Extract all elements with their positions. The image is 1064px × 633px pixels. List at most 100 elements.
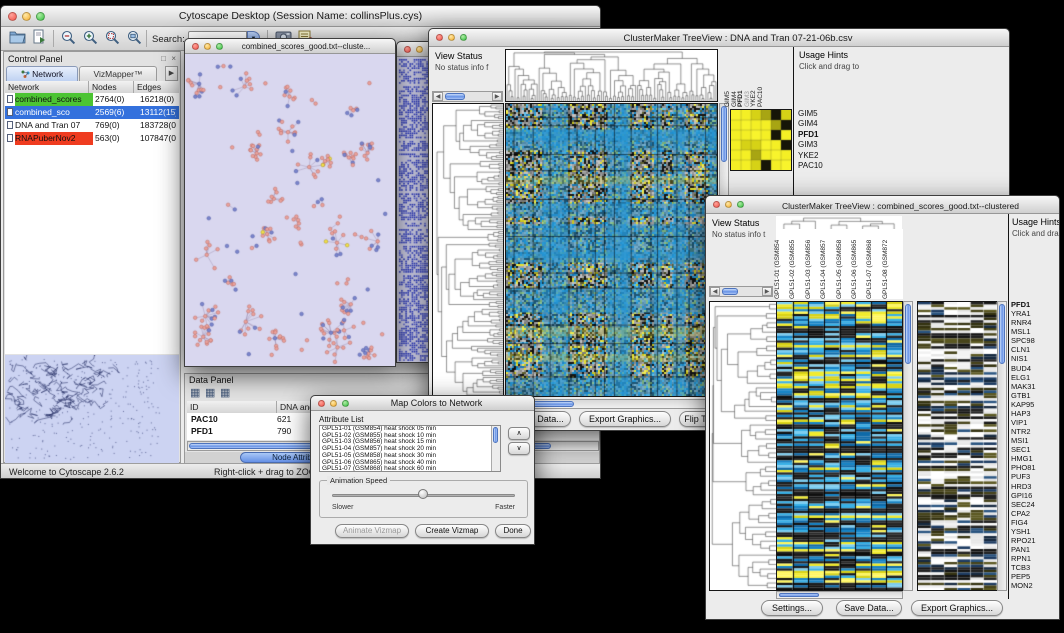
titlebar[interactable]: ClusterMaker TreeView : DNA and Tran 07-… xyxy=(429,29,1009,47)
create-vizmap-button[interactable]: Create Vizmap xyxy=(415,524,489,538)
gene-label[interactable]: HRD3 xyxy=(1011,483,1060,492)
column-label[interactable]: GPL51-01 (GSM854 xyxy=(774,240,781,299)
gene-label[interactable]: SEC1 xyxy=(1011,446,1060,455)
gene-label[interactable]: PHO81 xyxy=(1011,464,1060,473)
network-list-row[interactable]: combined_scores2764(0)16218(0) xyxy=(5,93,179,106)
zoom-fit-icon[interactable] xyxy=(124,29,144,48)
close-icon[interactable] xyxy=(436,34,443,41)
gene-label[interactable]: YRA1 xyxy=(1011,310,1060,319)
maximize-icon[interactable] xyxy=(460,34,467,41)
gene-label[interactable]: MON2 xyxy=(1011,582,1060,591)
column-header-edges[interactable]: Edges xyxy=(134,81,179,93)
scroll-left-icon[interactable]: ◀ xyxy=(710,287,720,296)
minimize-icon[interactable] xyxy=(725,201,732,208)
gene-label[interactable]: PAN1 xyxy=(1011,546,1060,555)
minimize-icon[interactable] xyxy=(416,46,423,53)
close-panel-icon[interactable]: × xyxy=(171,54,176,63)
settings-button[interactable]: Settings... xyxy=(761,600,823,616)
create-attribute-icon[interactable]: ▦ xyxy=(205,386,215,399)
move-down-button[interactable]: ∨ xyxy=(508,442,530,455)
move-up-button[interactable]: ∧ xyxy=(508,427,530,440)
heatmap[interactable] xyxy=(505,103,718,397)
heatmap-hscroll[interactable] xyxy=(505,399,718,409)
minimize-icon[interactable] xyxy=(448,34,455,41)
matrix-column-label[interactable]: GIM5 xyxy=(724,91,731,107)
zoom-out-icon[interactable] xyxy=(58,29,78,48)
gene-label[interactable]: HAP3 xyxy=(1011,410,1060,419)
attribute-function-icon[interactable]: ▦ xyxy=(220,386,230,399)
column-label[interactable]: GPL51-06 (GSM865 xyxy=(851,240,858,299)
gene-label[interactable]: GPI16 xyxy=(1011,492,1060,501)
matrix-row-label[interactable]: GIM4 xyxy=(798,119,858,129)
main-titlebar[interactable]: Cytoscape Desktop (Session Name: collins… xyxy=(1,6,600,27)
secondary-vscroll[interactable] xyxy=(997,301,1007,591)
scroll-right-icon[interactable]: ▶ xyxy=(492,92,502,101)
float-panel-icon[interactable]: □ xyxy=(161,54,166,63)
titlebar[interactable]: Map Colors to Network xyxy=(311,396,534,411)
gene-label[interactable]: TCB3 xyxy=(1011,564,1060,573)
gene-label[interactable]: PFD1 xyxy=(1011,301,1060,310)
gene-label[interactable]: PUF3 xyxy=(1011,473,1060,482)
zoom-in-icon[interactable] xyxy=(80,29,100,48)
save-data-button[interactable]: Save Data... xyxy=(836,600,902,616)
scroll-thumb[interactable] xyxy=(445,93,465,100)
column-label[interactable]: GPL51-05 (GSM858 xyxy=(836,240,843,299)
scroll-right-icon[interactable]: ▶ xyxy=(762,287,772,296)
gene-label[interactable]: RNR4 xyxy=(1011,319,1060,328)
gene-label[interactable]: NTR2 xyxy=(1011,428,1060,437)
maximize-icon[interactable] xyxy=(36,12,45,21)
network-list-row[interactable]: RNAPuberNov2563(0)107847(0) xyxy=(5,132,179,145)
column-dendrogram[interactable] xyxy=(776,216,902,229)
matrix-row-label[interactable]: YKE2 xyxy=(798,151,858,161)
close-icon[interactable] xyxy=(8,12,17,21)
column-label[interactable]: GPL51-07 (GSM868 xyxy=(866,240,873,299)
scroll-thumb[interactable] xyxy=(722,288,738,295)
minimize-icon[interactable] xyxy=(330,400,337,407)
gene-label[interactable]: FIG4 xyxy=(1011,519,1060,528)
network-view[interactable] xyxy=(185,54,395,366)
gene-label[interactable]: NIS1 xyxy=(1011,355,1060,364)
gene-label[interactable]: RPO21 xyxy=(1011,537,1060,546)
network-overview[interactable] xyxy=(5,355,179,463)
gene-label[interactable]: MSL1 xyxy=(1011,328,1060,337)
gene-label[interactable]: CPA2 xyxy=(1011,510,1060,519)
gene-label[interactable]: RPN1 xyxy=(1011,555,1060,564)
matrix-row-label[interactable]: PFD1 xyxy=(798,130,858,140)
close-icon[interactable] xyxy=(713,201,720,208)
column-label[interactable]: GPL51-04 (GSM857 xyxy=(820,240,827,299)
row-dendrogram[interactable] xyxy=(432,103,504,397)
titlebar[interactable]: combined_scores_good.txt--cluste... xyxy=(185,39,395,54)
attribute-list[interactable]: GPL51-01 (GSM854) heat shock 05 minGPL51… xyxy=(319,425,501,472)
gene-label[interactable]: MSI1 xyxy=(1011,437,1060,446)
gene-label[interactable]: SEC24 xyxy=(1011,501,1060,510)
gene-label[interactable]: VIP1 xyxy=(1011,419,1060,428)
close-icon[interactable] xyxy=(404,46,411,53)
column-label[interactable]: GPL51-02 (GSM855 xyxy=(789,240,796,299)
maximize-icon[interactable] xyxy=(737,201,744,208)
zoom-selected-icon[interactable] xyxy=(102,29,122,48)
column-header-network[interactable]: Network xyxy=(5,81,89,93)
minimize-icon[interactable] xyxy=(204,43,211,50)
gene-label[interactable]: CLN1 xyxy=(1011,346,1060,355)
titlebar[interactable]: ClusterMaker TreeView : combined_scores_… xyxy=(706,196,1059,214)
tab-network[interactable]: Network xyxy=(6,66,78,81)
export-graphics-button[interactable]: Export Graphics... xyxy=(579,411,671,427)
column-dendrogram[interactable] xyxy=(505,49,718,102)
close-icon[interactable] xyxy=(318,400,325,407)
matrix-row-label[interactable]: GIM5 xyxy=(798,109,858,119)
heatmap-secondary[interactable] xyxy=(917,301,998,591)
column-label[interactable]: GPL51-03 (GSM856 xyxy=(805,240,812,299)
gene-label[interactable]: GTB1 xyxy=(1011,392,1060,401)
row-dendrogram[interactable] xyxy=(709,301,777,591)
matrix-row-label[interactable]: PAC10 xyxy=(798,161,858,171)
heatmap-vscroll[interactable] xyxy=(903,301,913,591)
vscroll-thumb[interactable] xyxy=(493,427,498,443)
import-network-icon[interactable] xyxy=(29,29,49,48)
gene-label[interactable]: YSH1 xyxy=(1011,528,1060,537)
more-tabs-button[interactable]: ▶ xyxy=(165,66,178,81)
status-pane-hscroll[interactable]: ◀▶ xyxy=(709,286,773,297)
select-attributes-icon[interactable]: ▦ xyxy=(190,386,200,399)
gene-label[interactable]: BUD4 xyxy=(1011,365,1060,374)
close-icon[interactable] xyxy=(192,43,199,50)
status-pane-hscroll[interactable]: ◀▶ xyxy=(432,91,503,102)
